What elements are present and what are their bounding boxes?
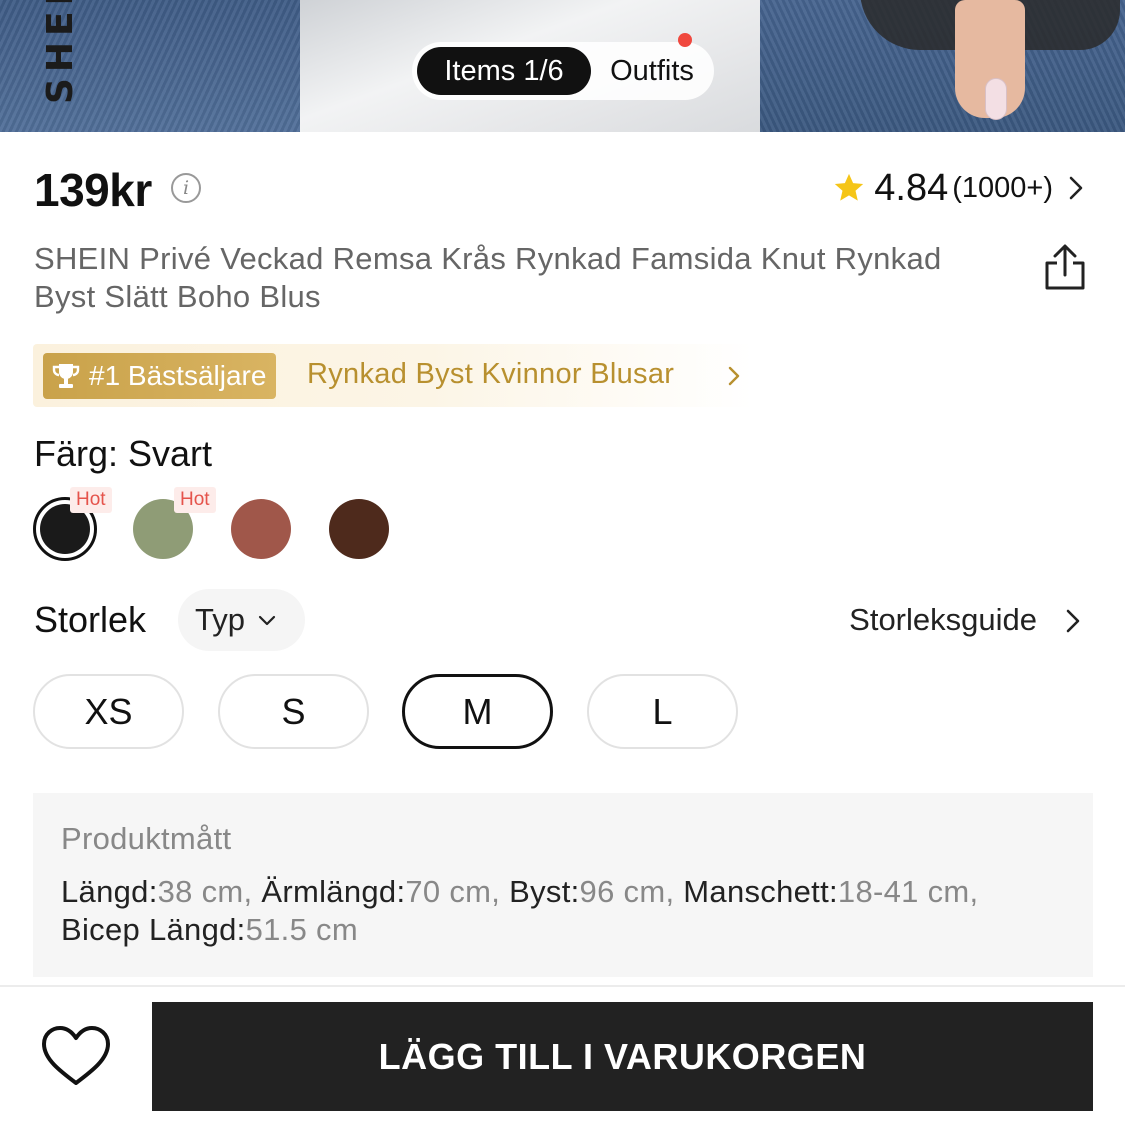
brand-watermark: SHEIN — [40, 0, 81, 104]
size-type-select[interactable]: Typ — [178, 589, 305, 651]
size-option-l[interactable]: L — [587, 674, 738, 749]
image-view-switcher: Items 1/6 Outfits — [412, 42, 714, 100]
separator: , — [665, 874, 684, 909]
add-to-cart-button[interactable]: LÄGG TILL I VARUKORGEN — [152, 1002, 1093, 1111]
star-icon — [835, 173, 864, 201]
product-title: SHEIN Privé Veckad Remsa Krås Rynkad Fam… — [34, 241, 942, 314]
separator: , — [243, 874, 262, 909]
tab-outfits[interactable]: Outfits — [596, 47, 708, 95]
separator: , — [969, 874, 979, 909]
tab-items[interactable]: Items 1/6 — [417, 47, 591, 95]
rating-summary[interactable]: 4.84 (1000+) — [832, 166, 1085, 209]
measurements-text: Längd:38 cm, Ärmlängd:70 cm, Byst:96 cm,… — [61, 873, 1041, 949]
heart-icon[interactable] — [40, 1024, 112, 1088]
measure-value: 38 cm — [157, 874, 244, 909]
measure-value: 51.5 cm — [245, 912, 358, 947]
measure-name: Längd: — [61, 874, 158, 909]
measurements-heading: Produktmått — [61, 821, 232, 856]
trophy-icon — [52, 364, 80, 388]
measure-name: Bicep Längd: — [61, 912, 246, 947]
swatch-fill — [231, 499, 291, 559]
measure-name: Manschett: — [683, 874, 838, 909]
size-option-m[interactable]: M — [402, 674, 553, 749]
hot-tag: Hot — [174, 487, 216, 513]
size-type-value: Typ — [195, 602, 245, 637]
rating-score: 4.84 — [874, 166, 949, 209]
bestseller-badge-label: #1 Bästsäljare — [89, 360, 267, 391]
share-icon[interactable] — [1043, 243, 1087, 291]
review-count: (1000+) — [952, 171, 1053, 204]
chevron-right-icon — [1069, 176, 1083, 200]
bestseller-banner[interactable]: #1 Bästsäljare Rynkad Byst Kvinnor Blusa… — [33, 344, 753, 407]
product-measurements: Produktmått Längd:38 cm, Ärmlängd:70 cm,… — [33, 793, 1093, 977]
bestseller-badge: #1 Bästsäljare — [43, 353, 277, 399]
separator: , — [491, 874, 510, 909]
measure-value: 18-41 cm — [837, 874, 970, 909]
measure-value: 70 cm — [405, 874, 492, 909]
size-option-s[interactable]: S — [218, 674, 369, 749]
info-icon[interactable]: i — [171, 173, 201, 203]
notification-dot — [678, 33, 692, 47]
measure-value: 96 cm — [579, 874, 666, 909]
color-swatch-rost[interactable] — [229, 497, 293, 561]
bestseller-category: Rynkad Byst Kvinnor Blusar — [307, 358, 675, 390]
measure-name: Ärmlängd: — [261, 874, 406, 909]
hot-tag: Hot — [70, 487, 112, 513]
color-swatch-brun[interactable] — [327, 497, 391, 561]
chevron-down-icon — [258, 615, 276, 626]
size-option-xs[interactable]: XS — [33, 674, 184, 749]
bottom-bar-divider — [0, 985, 1125, 987]
fingernail — [985, 78, 1007, 120]
chevron-right-icon — [728, 366, 740, 386]
price: 139kr — [34, 164, 152, 216]
color-label: Färg: Svart — [34, 433, 213, 474]
swatch-fill — [329, 499, 389, 559]
measure-name: Byst: — [509, 874, 580, 909]
size-label: Storlek — [34, 599, 147, 640]
size-guide-link[interactable]: Storleksguide — [849, 602, 1037, 638]
chevron-right-icon[interactable] — [1065, 608, 1081, 634]
